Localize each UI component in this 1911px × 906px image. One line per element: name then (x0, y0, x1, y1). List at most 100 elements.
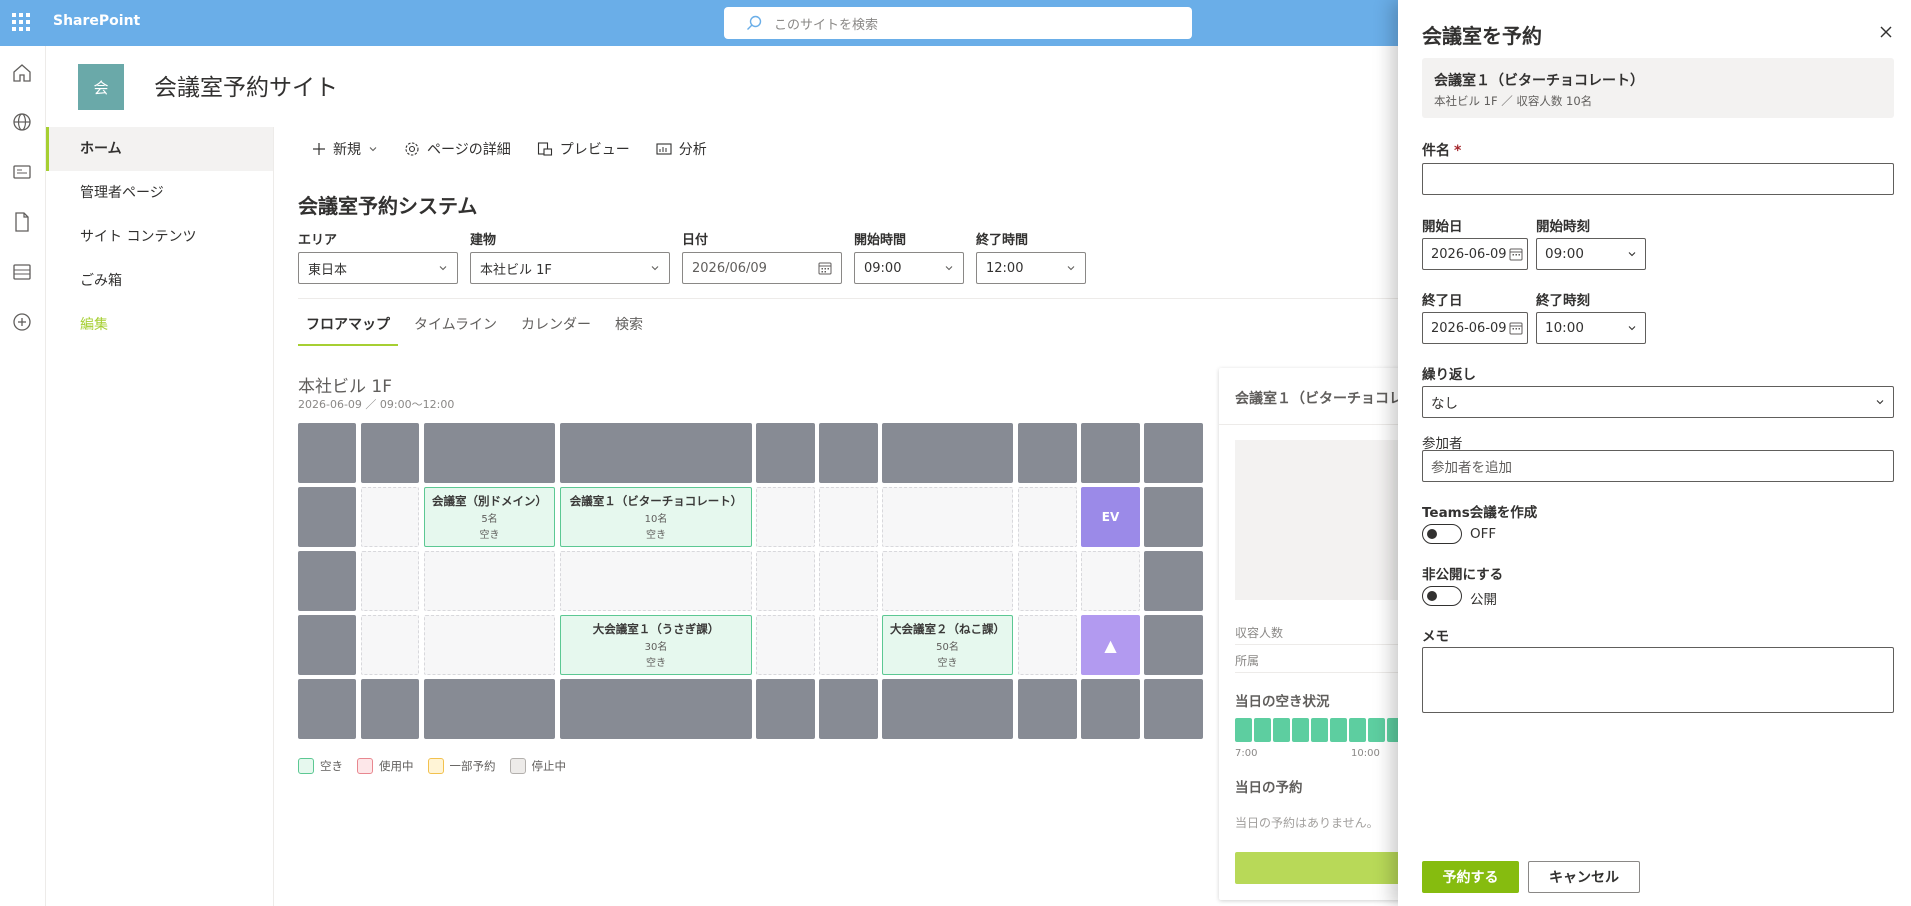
end-time-dropdown[interactable]: 12:00 (976, 252, 1086, 284)
calendar-icon[interactable] (818, 261, 832, 275)
room-name: 会議室（別ドメイン） (432, 494, 547, 508)
legend-item: 停止中 (509, 758, 566, 774)
repeat-dropdown[interactable]: なし (1422, 386, 1894, 418)
news-icon[interactable] (11, 161, 33, 183)
timeline-label-mid: 10:00 (1351, 748, 1380, 759)
tab-floor-map[interactable]: フロアマップ (298, 314, 398, 346)
availability-title: 当日の空き状況 (1235, 694, 1330, 710)
room-cell[interactable]: 会議室（別ドメイン） 5名 空き (424, 487, 555, 547)
app-name[interactable]: SharePoint (53, 13, 140, 29)
search-icon (747, 15, 762, 30)
page-details-label: ページの詳細 (427, 142, 511, 158)
room-cell[interactable]: 大会議室２（ねこ課） 50名 空き (882, 615, 1013, 675)
command-bar: 新規 ページの詳細 プレビュー 分析 (312, 139, 707, 159)
area-filter: エリア 東日本 (298, 229, 458, 284)
page-details-button[interactable]: ページの詳細 (404, 139, 511, 159)
date-label: 日付 (682, 233, 709, 248)
building-filter: 建物 本社ビル 1F (470, 229, 670, 284)
analytics-button[interactable]: 分析 (656, 139, 707, 159)
nav-item-admin[interactable]: 管理者ページ (46, 171, 273, 215)
wall-cell (819, 423, 878, 483)
preview-button[interactable]: プレビュー (537, 139, 630, 159)
start-date-picker[interactable]: 2026-06-09 (1422, 238, 1528, 270)
nav-item-site-contents[interactable]: サイト コンテンツ (46, 215, 273, 259)
add-circle-icon[interactable] (11, 311, 33, 333)
start-time-dropdown[interactable]: 09:00 (1536, 238, 1646, 270)
wall-cell (1081, 679, 1140, 739)
area-value: 東日本 (308, 262, 348, 278)
map-legend: 空き 使用中 一部予約 停止中 (298, 758, 566, 774)
cancel-button[interactable]: キャンセル (1528, 861, 1640, 893)
wall-cell (298, 679, 356, 739)
panel-title: 会議室を予約 (1422, 24, 1542, 48)
close-icon[interactable] (1878, 24, 1894, 40)
teams-toggle[interactable] (1422, 524, 1462, 544)
availability-slot[interactable] (1292, 718, 1309, 742)
site-title[interactable]: 会議室予約サイト (154, 68, 338, 102)
attendees-input[interactable]: 参加者を追加 (1422, 450, 1894, 482)
attendees-label: 参加者 (1422, 436, 1463, 452)
empty-cell (424, 615, 555, 675)
wall-cell (424, 679, 555, 739)
tab-timeline[interactable]: タイムライン (406, 314, 505, 346)
app-launcher-icon[interactable] (12, 13, 30, 31)
affiliation-label: 所属 (1235, 654, 1260, 668)
memo-textarea[interactable] (1422, 647, 1894, 713)
list-icon[interactable] (11, 261, 33, 283)
start-time-dropdown[interactable]: 09:00 (854, 252, 964, 284)
home-icon[interactable] (11, 62, 33, 84)
site-search-input[interactable]: このサイトを検索 (724, 7, 1192, 39)
new-button[interactable]: 新規 (312, 139, 378, 159)
room-cell[interactable]: 大会議室１（うさぎ課） 30名 空き (560, 615, 752, 675)
analytics-label: 分析 (678, 142, 707, 158)
subject-input[interactable] (1422, 163, 1894, 195)
site-logo[interactable]: 会 (78, 64, 124, 110)
empty-cell (819, 487, 878, 547)
availability-slot[interactable] (1254, 718, 1271, 742)
private-toggle[interactable] (1422, 586, 1462, 606)
chevron-down-icon (945, 266, 953, 271)
room-name: 大会議室１（うさぎ課） (592, 622, 720, 636)
area-dropdown[interactable]: 東日本 (298, 252, 458, 284)
view-tabs: フロアマップ タイムライン カレンダー 検索 (298, 314, 659, 346)
wall-cell (1144, 423, 1203, 483)
empty-cell (1018, 487, 1077, 547)
availability-slot[interactable] (1368, 718, 1385, 742)
end-time-label: 終了時刻 (1536, 293, 1590, 309)
end-time-dropdown[interactable]: 10:00 (1536, 312, 1646, 344)
availability-slot[interactable] (1235, 718, 1252, 742)
legend-swatch (509, 758, 526, 774)
tab-calendar[interactable]: カレンダー (513, 314, 599, 346)
end-time-label: 終了時間 (976, 233, 1029, 248)
availability-slot[interactable] (1273, 718, 1290, 742)
legend-swatch (298, 758, 314, 774)
document-icon[interactable] (11, 211, 33, 233)
availability-slot[interactable] (1311, 718, 1328, 742)
page-title: 会議室予約システム (298, 194, 478, 218)
floor-title: 本社ビル 1F (298, 377, 392, 397)
room-status: 空き (937, 658, 958, 669)
start-date-label: 開始日 (1422, 219, 1463, 235)
empty-cell (361, 615, 419, 675)
submit-reservation-button[interactable]: 予約する (1422, 861, 1519, 893)
timeline-label-start: 7:00 (1235, 748, 1258, 759)
end-date-picker[interactable]: 2026-06-09 (1422, 312, 1528, 344)
stairs-cell: ▲ (1081, 615, 1140, 675)
nav-item-recycle-bin[interactable]: ごみ箱 (46, 259, 273, 303)
date-picker[interactable]: 2026/06/09 (682, 252, 842, 284)
reservations-title: 当日の予約 (1235, 780, 1303, 796)
room-capacity: 50名 (936, 642, 959, 653)
nav-item-home[interactable]: ホーム (46, 127, 273, 171)
calendar-icon[interactable] (1509, 247, 1523, 261)
wall-cell (361, 423, 419, 483)
globe-icon[interactable] (11, 111, 33, 133)
building-dropdown[interactable]: 本社ビル 1F (470, 252, 670, 284)
wall-cell (756, 679, 815, 739)
calendar-icon[interactable] (1509, 321, 1523, 335)
availability-slot[interactable] (1330, 718, 1347, 742)
tab-search[interactable]: 検索 (607, 314, 651, 346)
nav-edit-link[interactable]: 編集 (46, 303, 273, 347)
room-cell[interactable]: 会議室１（ビターチョコレート） 10名 空き (560, 487, 752, 547)
selected-room-info: 会議室１（ビターチョコレート） 本社ビル 1F ／ 収容人数 10名 (1422, 58, 1894, 118)
availability-slot[interactable] (1349, 718, 1366, 742)
